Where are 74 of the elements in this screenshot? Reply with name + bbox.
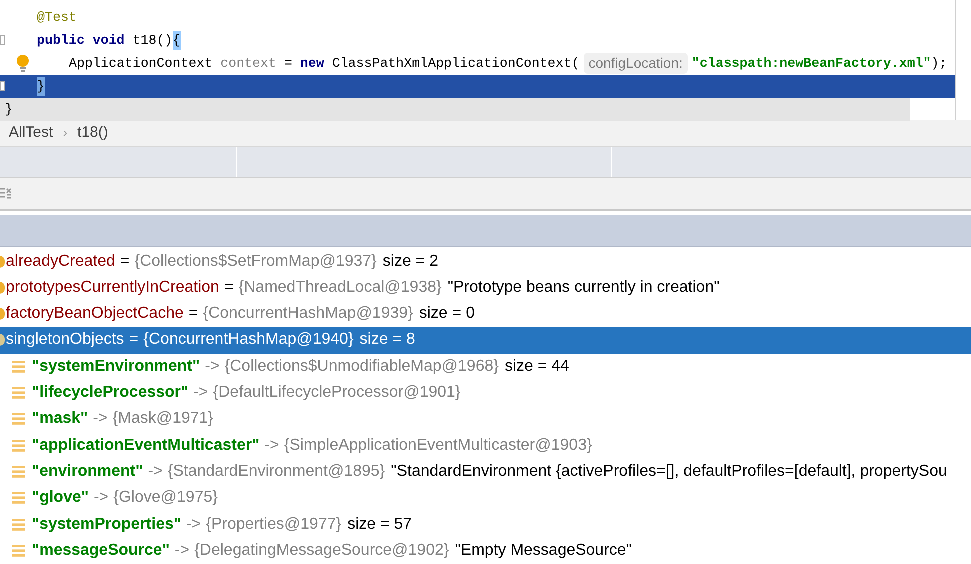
- code-text: @Test: [37, 8, 77, 27]
- variable-name: "systemProperties": [32, 514, 182, 535]
- code-text: context: [220, 54, 276, 73]
- variable-name: singletonObjects: [6, 330, 124, 350]
- value-type: {Collections$UnmodifiableMap@1968}: [224, 356, 499, 377]
- code-text: ApplicationContext: [69, 54, 214, 73]
- code-text: =: [283, 54, 294, 73]
- value-type: {Collections$SetFromMap@1937}: [134, 252, 377, 272]
- value-type: {ConcurrentHashMap@1940}: [144, 330, 354, 350]
- value-type: {Glove@1975}: [114, 488, 218, 508]
- variable-name: prototypesCurrentlyInCreation: [6, 278, 220, 298]
- value-type: {SimpleApplicationEventMulticaster@1903}: [284, 436, 592, 456]
- selected-row[interactable]: singletonObjects = {ConcurrentHashMap@1940} size = 8: [0, 327, 971, 354]
- value-text: size = 57: [348, 514, 412, 535]
- variable-name: "applicationEventMulticaster": [32, 436, 260, 456]
- variable-name: "lifecycleProcessor": [32, 383, 189, 404]
- value-type: {ConcurrentHashMap@1939}: [203, 304, 414, 324]
- variable-name: alreadyCreated: [6, 252, 116, 272]
- variable-name: "environment": [32, 462, 144, 482]
- operator-text: ->: [264, 436, 280, 456]
- value-type: {Mask@1971}: [112, 409, 214, 430]
- code-text: new: [300, 54, 326, 73]
- operator-text: ->: [194, 383, 208, 404]
- operator-text: ->: [94, 488, 109, 508]
- breadcrumb-separator: ›: [63, 124, 68, 142]
- operator-text: =: [129, 330, 139, 350]
- operator-text: ->: [93, 409, 108, 430]
- lightbulb-icon[interactable]: [16, 54, 30, 72]
- code-text: "classpath:newBeanFactory.xml": [692, 54, 932, 73]
- operator-text: ->: [148, 462, 163, 482]
- fold-marker-icon[interactable]: [0, 81, 5, 91]
- value-type: {DefaultLifecycleProcessor@1901}: [213, 383, 461, 404]
- code-text: {: [172, 30, 181, 50]
- code-text: }: [37, 76, 45, 96]
- operator-text: =: [120, 252, 130, 272]
- value-type: {StandardEnvironment@1895}: [168, 462, 386, 482]
- list-icon[interactable]: [0, 186, 12, 200]
- map-entry-icon: [12, 518, 25, 532]
- value-text: "Empty MessageSource": [455, 540, 632, 561]
- code-text: }: [5, 100, 13, 119]
- map-entry-icon: [12, 544, 25, 558]
- map-entry-icon: [12, 491, 25, 506]
- value-type: {NamedThreadLocal@1938}: [238, 278, 442, 298]
- map-entry-icon: [12, 386, 25, 400]
- code-text: );: [931, 54, 948, 73]
- fold-marker-icon[interactable]: [0, 35, 5, 45]
- value-type: {DelegatingMessageSource@1902}: [194, 540, 450, 561]
- value-text: size = 44: [504, 356, 570, 377]
- variable-name: "systemEnvironment": [32, 356, 200, 377]
- variable-name: "mask": [32, 409, 88, 430]
- variable-name: "glove": [32, 488, 89, 508]
- operator-text: ->: [186, 514, 202, 535]
- map-entry-icon: [12, 438, 25, 453]
- operator-text: ->: [205, 356, 220, 377]
- operator-text: =: [224, 278, 234, 298]
- variable-name: factoryBeanObjectCache: [6, 304, 184, 324]
- value-text: size = 8: [360, 330, 416, 350]
- value-text: "Prototype beans currently in creation": [448, 278, 720, 298]
- value-text: size = 0: [419, 304, 475, 324]
- breadcrumb-item[interactable]: t18(): [78, 122, 108, 144]
- operator-text: ->: [174, 540, 190, 561]
- value-type: {Properties@1977}: [206, 514, 342, 535]
- code-text: t18(): [132, 32, 173, 50]
- variable-name: "messageSource": [32, 540, 170, 561]
- code-text: public void: [37, 32, 126, 50]
- parameter-hint: configLocation:: [584, 53, 688, 74]
- map-entry-icon: [12, 412, 25, 426]
- code-text: ClassPathXmlApplicationContext(: [332, 54, 580, 73]
- value-text: size = 2: [382, 252, 438, 272]
- map-entry-icon: [12, 360, 25, 374]
- value-text: "StandardEnvironment {activeProfiles=[], defaultProfiles=[default], propertySou: [391, 462, 948, 482]
- map-entry-icon: [12, 464, 25, 479]
- breadcrumb-item[interactable]: AllTest: [9, 122, 54, 144]
- operator-text: =: [188, 304, 198, 324]
